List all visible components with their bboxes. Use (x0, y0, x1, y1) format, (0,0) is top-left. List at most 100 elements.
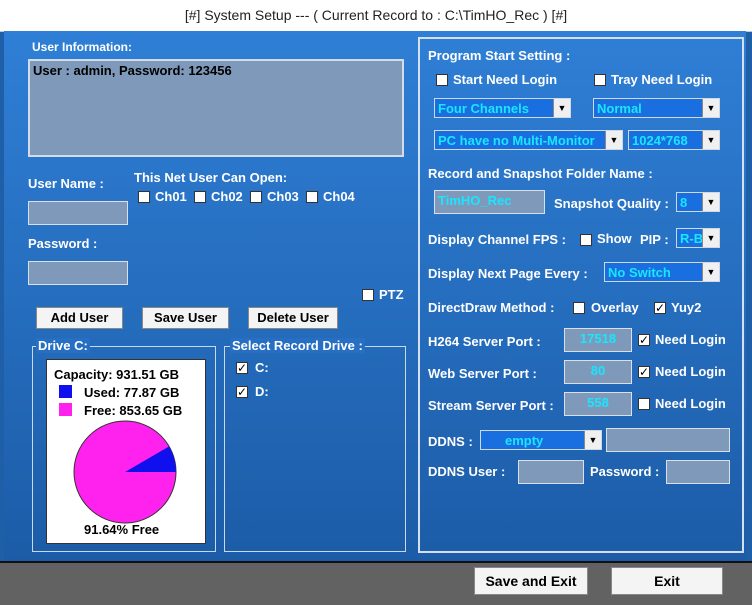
drive-pie-chart (73, 420, 177, 524)
h264-need-login-checkbox[interactable]: ✓ (638, 334, 650, 346)
username-input[interactable] (28, 201, 128, 225)
mode-select-value: Normal (597, 101, 642, 116)
yuy2-checkbox[interactable]: ✓ (654, 302, 666, 314)
ch03-checkbox[interactable] (250, 191, 262, 203)
tray-need-login-checkbox[interactable] (594, 74, 606, 86)
start-need-login-label: Start Need Login (453, 72, 558, 87)
free-swatch (59, 403, 72, 416)
chevron-down-icon[interactable]: ▼ (702, 263, 719, 281)
next-page-select[interactable]: No Switch ▼ (604, 262, 720, 282)
stream-need-login-checkbox[interactable] (638, 398, 650, 410)
drive-used: Used: 77.87 GB (84, 385, 180, 400)
pip-label: PIP : (640, 232, 669, 247)
folder-input[interactable]: TimHO_Rec (434, 190, 545, 214)
program-title: Program Start Setting : (428, 48, 571, 63)
directdraw-label: DirectDraw Method : (428, 300, 555, 315)
drive-free: Free: 853.65 GB (84, 403, 183, 418)
resolution-select-value: 1024*768 (632, 133, 688, 148)
save-and-exit-button[interactable]: Save and Exit (474, 567, 588, 595)
ch04-checkbox[interactable] (306, 191, 318, 203)
user-info-box: User : admin, Password: 123456 (28, 59, 404, 157)
yuy2-label: Yuy2 (671, 300, 702, 315)
ch02-checkbox[interactable] (194, 191, 206, 203)
ch03-label: Ch03 (267, 189, 299, 204)
drive-d-checkbox[interactable]: ✓ (236, 386, 248, 398)
monitor-select[interactable]: PC have no Multi-Monitor ▼ (434, 130, 623, 150)
record-drive-group (224, 346, 406, 552)
folder-label: Record and Snapshot Folder Name : (428, 166, 653, 181)
next-page-value: No Switch (608, 265, 671, 280)
drive-free-percent: 91.64% Free (84, 522, 160, 537)
tray-need-login-label: Tray Need Login (611, 72, 713, 87)
channels-select-value: Four Channels (438, 101, 530, 116)
fps-show-label: Show (597, 231, 632, 246)
chevron-down-icon[interactable]: ▼ (553, 99, 570, 117)
ptz-label: PTZ (379, 287, 404, 302)
main-panel: User Information: User : admin, Password… (4, 31, 746, 561)
username-label: User Name : (28, 176, 104, 191)
ddns-password-input[interactable] (666, 460, 730, 484)
ddns-select[interactable]: empty ▼ (480, 430, 602, 450)
h264-port-input[interactable]: 17518 (564, 328, 632, 352)
add-user-button[interactable]: Add User (36, 307, 123, 329)
fps-show-checkbox[interactable] (580, 234, 592, 246)
mode-select[interactable]: Normal ▼ (593, 98, 720, 118)
exit-button[interactable]: Exit (611, 567, 723, 595)
chevron-down-icon[interactable]: ▼ (584, 431, 601, 449)
stream-port-label: Stream Server Port : (428, 398, 554, 413)
start-need-login-checkbox[interactable] (436, 74, 448, 86)
h264-need-login-label: Need Login (655, 332, 726, 347)
drive-title: Drive C: (36, 338, 90, 353)
ch04-label: Ch04 (323, 189, 355, 204)
web-port-label: Web Server Port : (428, 366, 537, 381)
ch01-checkbox[interactable] (138, 191, 150, 203)
net-user-label: This Net User Can Open: (134, 170, 288, 185)
record-drive-title: Select Record Drive : (230, 338, 365, 353)
channels-select[interactable]: Four Channels ▼ (434, 98, 571, 118)
snapshot-quality-select[interactable]: 8 ▼ (676, 192, 720, 212)
chevron-down-icon[interactable]: ▼ (702, 99, 719, 117)
fps-label: Display Channel FPS : (428, 232, 566, 247)
user-info-text: User : admin, Password: 123456 (33, 63, 232, 78)
chevron-down-icon[interactable]: ▼ (702, 229, 719, 247)
h264-port-label: H264 Server Port : (428, 334, 541, 349)
stream-port-input[interactable]: 558 (564, 392, 632, 416)
chevron-down-icon[interactable]: ▼ (702, 193, 719, 211)
web-port-input[interactable]: 80 (564, 360, 632, 384)
system-setup-window: [#] System Setup --- ( Current Record to… (0, 0, 752, 605)
drive-capacity: Capacity: 931.51 GB (54, 367, 180, 382)
ptz-checkbox[interactable] (362, 289, 374, 301)
ch02-label: Ch02 (211, 189, 243, 204)
password-input[interactable] (28, 261, 128, 285)
overlay-checkbox[interactable] (573, 302, 585, 314)
delete-user-button[interactable]: Delete User (248, 307, 338, 329)
drive-c-label: C: (255, 360, 269, 375)
web-need-login-checkbox[interactable]: ✓ (638, 366, 650, 378)
ddns-password-label: Password : (590, 464, 660, 479)
ddns-label: DDNS : (428, 434, 473, 449)
monitor-select-value: PC have no Multi-Monitor (438, 133, 595, 148)
window-title: [#] System Setup --- ( Current Record to… (0, 0, 752, 32)
chevron-down-icon[interactable]: ▼ (702, 131, 719, 149)
drive-d-label: D: (255, 384, 269, 399)
password-label: Password : (28, 236, 98, 251)
pip-select[interactable]: R-B ▼ (676, 228, 720, 248)
save-user-button[interactable]: Save User (142, 307, 229, 329)
overlay-label: Overlay (591, 300, 639, 315)
ddns-host-input[interactable] (606, 428, 730, 452)
ddns-user-label: DDNS User : (428, 464, 506, 479)
next-page-label: Display Next Page Every : (428, 266, 588, 281)
web-need-login-label: Need Login (655, 364, 726, 379)
snapshot-quality-label: Snapshot Quality : (554, 196, 669, 211)
ch01-label: Ch01 (155, 189, 187, 204)
pip-select-value: R-B (680, 231, 704, 246)
resolution-select[interactable]: 1024*768 ▼ (628, 130, 720, 150)
user-info-label: User Information: (32, 40, 133, 54)
drive-c-checkbox[interactable]: ✓ (236, 362, 248, 374)
stream-need-login-label: Need Login (655, 396, 726, 411)
ddns-select-value: empty (505, 433, 544, 448)
snapshot-quality-value: 8 (680, 195, 688, 210)
ddns-user-input[interactable] (518, 460, 584, 484)
footer-bar: Save and Exit Exit (0, 561, 752, 605)
chevron-down-icon[interactable]: ▼ (605, 131, 622, 149)
